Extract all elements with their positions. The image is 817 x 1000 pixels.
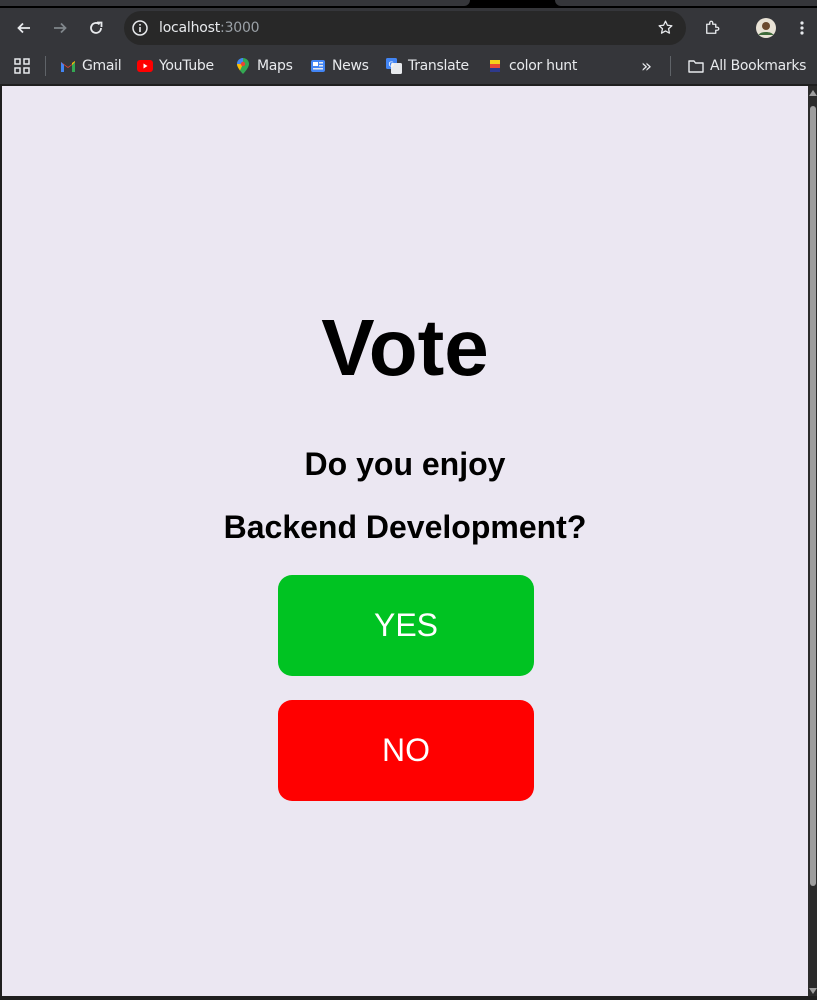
address-bar[interactable]: localhost:3000 — [124, 11, 686, 45]
overflow-label: » — [641, 55, 652, 77]
bookmark-gmail[interactable]: Gmail — [60, 54, 122, 78]
translate-icon: G — [386, 58, 402, 74]
browser-window: localhost:3000 Gmail YouTube Maps News G… — [0, 0, 817, 1000]
forward-button[interactable] — [44, 12, 76, 44]
svg-text:G: G — [389, 61, 394, 69]
bookmark-label: Maps — [257, 58, 293, 74]
browser-toolbar: localhost:3000 — [0, 8, 817, 48]
bookmark-maps[interactable]: Maps — [235, 54, 293, 78]
bookmark-youtube[interactable]: YouTube — [137, 54, 214, 78]
bookmarks-divider — [45, 56, 46, 76]
bookmark-label: Gmail — [82, 58, 122, 74]
back-button[interactable] — [8, 12, 40, 44]
page-viewport: Vote Do you enjoy Backend Development? Y… — [2, 86, 808, 996]
all-bookmarks-button[interactable]: All Bookmarks — [688, 54, 806, 78]
scrollbar[interactable] — [808, 86, 817, 996]
question-line-1: Do you enjoy — [304, 446, 506, 482]
url-port: :3000 — [220, 20, 260, 36]
maps-pin-icon — [235, 58, 251, 74]
reload-button[interactable] — [80, 12, 112, 44]
apps-button[interactable] — [14, 54, 30, 78]
site-info-icon[interactable] — [130, 18, 150, 38]
url-text[interactable]: localhost:3000 — [159, 20, 260, 36]
bookmark-label: YouTube — [159, 58, 214, 74]
no-button[interactable]: NO — [278, 700, 534, 801]
tab[interactable] — [555, 0, 817, 6]
profile-avatar[interactable] — [750, 12, 782, 44]
bookmark-news[interactable]: News — [310, 54, 369, 78]
scroll-up-arrow-icon[interactable] — [809, 90, 817, 96]
bookmark-translate[interactable]: G Translate — [386, 54, 469, 78]
reload-icon — [90, 21, 103, 34]
bookmark-label: color hunt — [509, 58, 578, 74]
scrollbar-thumb[interactable] — [810, 106, 816, 886]
color-hunt-icon — [487, 58, 503, 74]
extensions-button[interactable] — [696, 12, 728, 44]
bookmark-star-icon[interactable] — [657, 19, 674, 41]
page-title: Vote — [321, 303, 489, 392]
bookmarks-divider — [670, 56, 671, 76]
apps-grid-icon — [14, 58, 30, 74]
bookmark-label: News — [332, 58, 369, 74]
puzzle-icon — [706, 20, 720, 34]
arrow-right-icon — [54, 22, 67, 34]
all-bookmarks-label: All Bookmarks — [710, 58, 807, 74]
yes-button[interactable]: YES — [278, 575, 534, 676]
url-host: localhost — [159, 20, 221, 36]
news-icon — [310, 58, 326, 74]
avatar-icon — [756, 18, 776, 38]
menu-button[interactable] — [786, 12, 817, 44]
question-line-2: Backend Development? — [223, 509, 587, 545]
bookmark-label: Translate — [408, 58, 469, 74]
scroll-down-arrow-icon[interactable] — [809, 988, 817, 994]
folder-icon — [688, 58, 704, 74]
gmail-icon — [60, 58, 76, 74]
kebab-menu-icon — [800, 21, 804, 35]
bookmark-color-hunt[interactable]: color hunt — [487, 54, 577, 78]
tab[interactable] — [0, 0, 470, 6]
tab-strip — [0, 0, 817, 8]
bookmarks-overflow-button[interactable]: » — [641, 54, 652, 78]
youtube-icon — [137, 58, 153, 74]
arrow-left-icon — [17, 22, 30, 34]
